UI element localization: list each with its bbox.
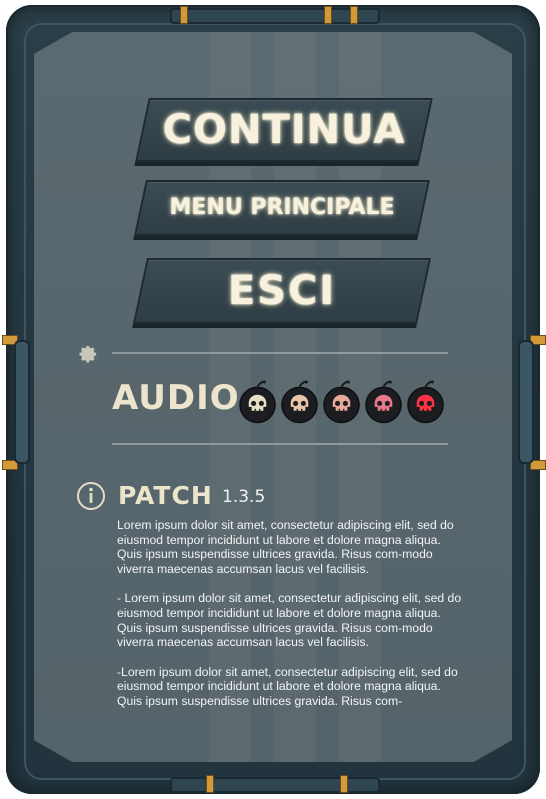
frame-stud xyxy=(180,6,188,24)
right-rail xyxy=(518,340,534,464)
exit-button[interactable]: ESCI xyxy=(132,258,432,324)
patch-note: - Lorem ipsum dolor sit amet, consectetu… xyxy=(117,591,462,650)
audio-label: AUDIO xyxy=(112,378,240,418)
left-rail xyxy=(14,340,30,464)
patch-note: -Lorem ipsum dolor sit amet, consectetur… xyxy=(117,664,458,708)
frame-stud xyxy=(324,6,332,24)
patch-notes: Lorem ipsum dolor sit amet, consectetur … xyxy=(117,518,462,714)
frame-stud xyxy=(350,6,358,24)
patch-note: Lorem ipsum dolor sit amet, consectetur … xyxy=(117,518,454,576)
audio-level-skull-icon[interactable] xyxy=(364,380,403,424)
audio-level-skull-icon[interactable] xyxy=(322,380,361,424)
audio-level-skull-icon[interactable] xyxy=(406,380,445,424)
frame-top-bar xyxy=(170,8,380,24)
frame-stud xyxy=(206,775,214,793)
main-menu-button-label: MENU PRINCIPALE xyxy=(169,195,395,220)
gear-icon[interactable] xyxy=(77,343,99,365)
info-icon xyxy=(77,482,105,510)
patch-version: 1.3.5 xyxy=(222,487,266,507)
continue-button-label: CONTINUA xyxy=(162,107,406,153)
audio-level-skull-icon[interactable] xyxy=(238,380,277,424)
continue-button[interactable]: CONTINUA xyxy=(135,98,433,162)
frame-stud xyxy=(340,775,348,793)
frame-bottom-bar xyxy=(170,777,380,793)
audio-volume-selector[interactable] xyxy=(238,380,445,424)
settings-divider-top xyxy=(112,352,448,354)
main-menu-button[interactable]: MENU PRINCIPALE xyxy=(134,180,430,236)
patch-title: PATCH xyxy=(118,481,213,510)
settings-divider-bottom xyxy=(112,443,448,445)
audio-level-skull-icon[interactable] xyxy=(280,380,319,424)
exit-button-label: ESCI xyxy=(227,268,337,314)
